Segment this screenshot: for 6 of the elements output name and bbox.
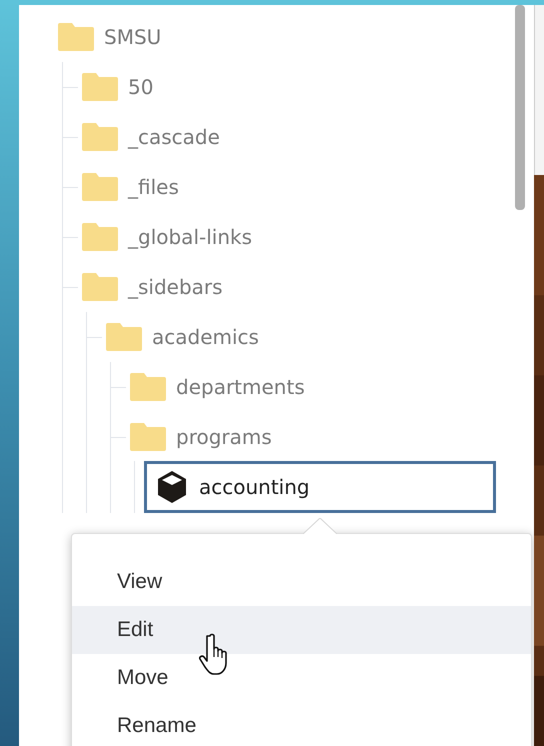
tree-item[interactable]: SMSU: [58, 12, 162, 62]
menu-item[interactable]: Rename: [72, 702, 531, 746]
tree-item[interactable]: accounting: [144, 461, 496, 513]
menu-item[interactable]: Edit: [72, 606, 531, 654]
menu-item[interactable]: View: [72, 558, 531, 606]
menu-item[interactable]: Move: [72, 654, 531, 702]
